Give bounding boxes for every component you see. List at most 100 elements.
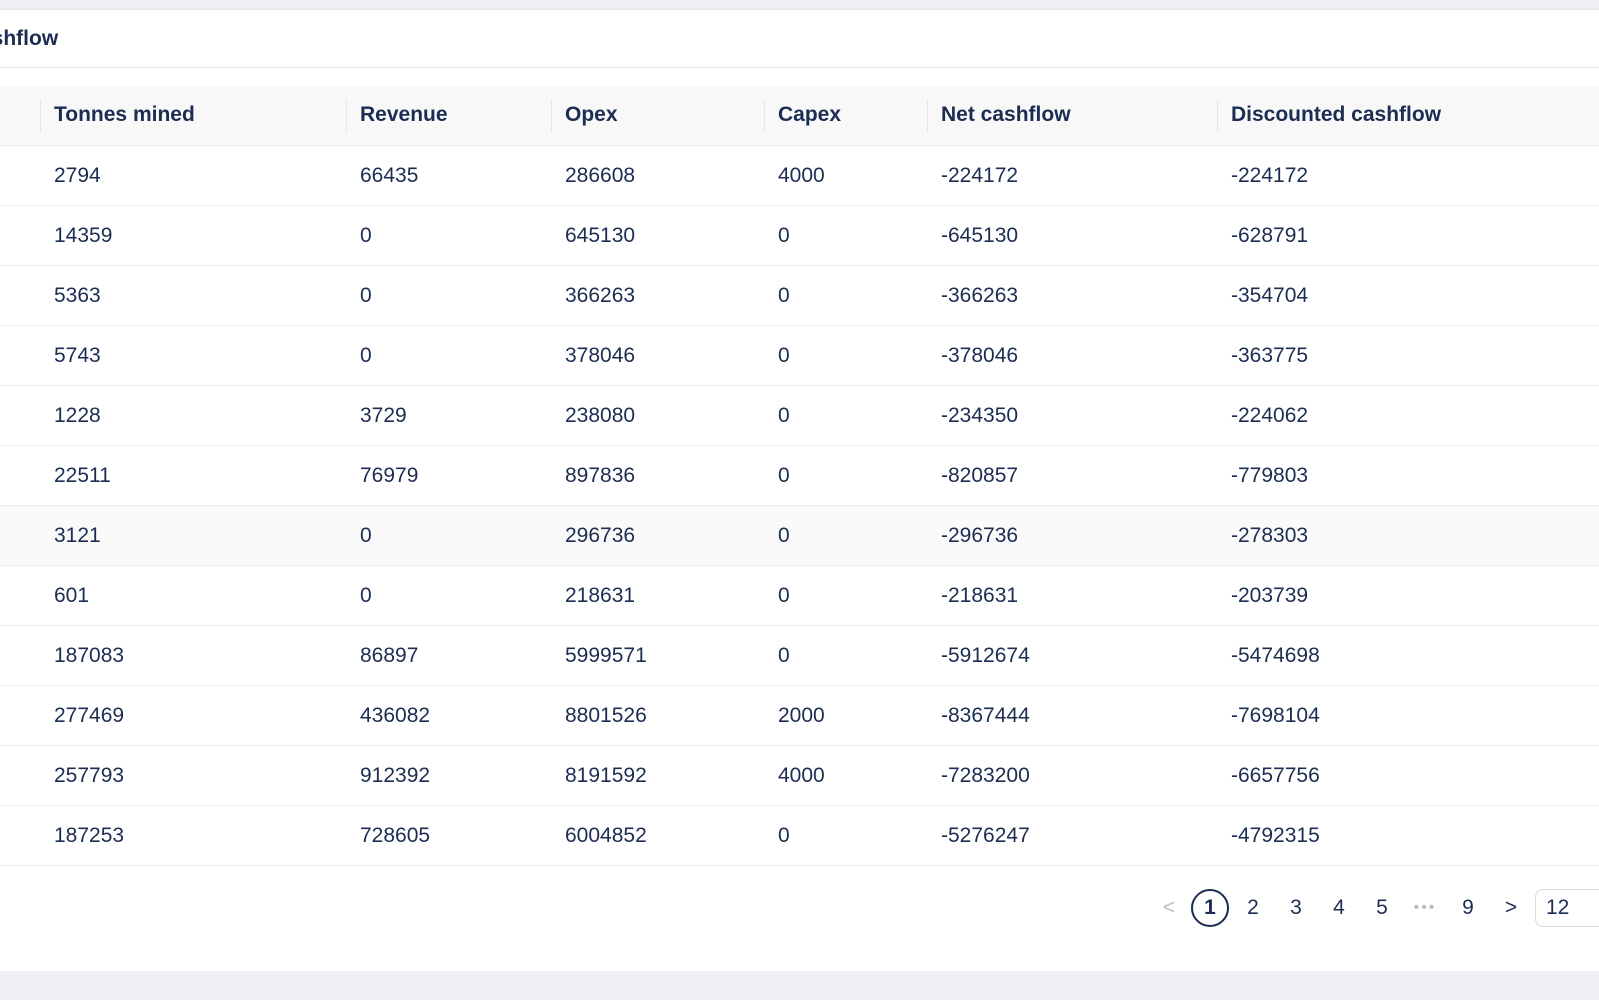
cell-discounted-cashflow: -278303 <box>1231 524 1309 547</box>
page-button-5[interactable]: 5 <box>1363 889 1401 927</box>
cell-net-cashflow: -5912674 <box>941 644 1030 667</box>
cell-net-cashflow: -8367444 <box>941 704 1030 727</box>
cell-capex: 4000 <box>778 764 825 787</box>
cell-capex: 0 <box>778 404 790 427</box>
cell-net-cashflow: -234350 <box>941 404 1019 427</box>
cashflow-table: Tonnes mined Revenue Opex Capex Net cash… <box>0 86 1599 866</box>
cell-revenue: 0 <box>360 224 372 247</box>
cell-net-cashflow: -366263 <box>941 284 1019 307</box>
page-button-9[interactable]: 9 <box>1449 889 1487 927</box>
column-header-discounted-cashflow[interactable]: Discounted cashflow <box>1217 86 1441 145</box>
cell-net-cashflow: -645130 <box>941 224 1019 247</box>
page: ashflow Tonnes mined Revenue Opex Capex … <box>0 0 1599 1000</box>
cell-tonnes-mined: 277469 <box>54 704 125 727</box>
table-row[interactable]: 14359 0 645130 0 -645130 -628791 <box>0 206 1599 266</box>
cell-tonnes-mined: 2794 <box>54 164 101 187</box>
column-header-opex[interactable]: Opex <box>551 86 618 145</box>
cell-discounted-cashflow: -779803 <box>1231 464 1309 487</box>
column-divider <box>551 100 552 132</box>
cell-capex: 0 <box>778 224 790 247</box>
cell-revenue: 912392 <box>360 764 431 787</box>
cell-opex: 218631 <box>565 584 636 607</box>
cell-revenue: 76979 <box>360 464 419 487</box>
table-row[interactable]: 5363 0 366263 0 -366263 -354704 <box>0 266 1599 326</box>
cell-capex: 0 <box>778 824 790 847</box>
column-header-capex[interactable]: Capex <box>764 86 842 145</box>
cell-opex: 8191592 <box>565 764 647 787</box>
cell-net-cashflow: -224172 <box>941 164 1019 187</box>
cell-discounted-cashflow: -7698104 <box>1231 704 1320 727</box>
cell-opex: 286608 <box>565 164 636 187</box>
cell-tonnes-mined: 601 <box>54 584 90 607</box>
cell-tonnes-mined: 187083 <box>54 644 125 667</box>
cell-revenue: 0 <box>360 344 372 367</box>
column-header-label: Capex <box>778 103 842 126</box>
cell-tonnes-mined: 257793 <box>54 764 125 787</box>
table-row[interactable]: 187083 86897 5999571 0 -5912674 -5474698 <box>0 626 1599 686</box>
cell-capex: 0 <box>778 644 790 667</box>
cell-net-cashflow: -7283200 <box>941 764 1030 787</box>
cell-discounted-cashflow: -5474698 <box>1231 644 1320 667</box>
page-button-1[interactable]: 1 <box>1191 889 1229 927</box>
table-row[interactable]: 3121 0 296736 0 -296736 -278303 <box>0 506 1599 566</box>
cell-opex: 238080 <box>565 404 636 427</box>
cell-opex: 366263 <box>565 284 636 307</box>
column-header-net-cashflow[interactable]: Net cashflow <box>927 86 1071 145</box>
cell-net-cashflow: -296736 <box>941 524 1019 547</box>
cell-discounted-cashflow: -628791 <box>1231 224 1309 247</box>
table-row[interactable]: 5743 0 378046 0 -378046 -363775 <box>0 326 1599 386</box>
prev-page-button[interactable]: < <box>1150 889 1188 927</box>
cell-capex: 0 <box>778 584 790 607</box>
column-divider <box>40 100 41 132</box>
cell-opex: 296736 <box>565 524 636 547</box>
cell-net-cashflow: -5276247 <box>941 824 1030 847</box>
page-button-3[interactable]: 3 <box>1277 889 1315 927</box>
cell-opex: 5999571 <box>565 644 647 667</box>
column-header-revenue[interactable]: Revenue <box>346 86 448 145</box>
cell-capex: 4000 <box>778 164 825 187</box>
cell-revenue: 3729 <box>360 404 407 427</box>
cell-revenue: 86897 <box>360 644 419 667</box>
next-page-button[interactable]: > <box>1492 889 1530 927</box>
cell-tonnes-mined: 5743 <box>54 344 101 367</box>
cell-opex: 6004852 <box>565 824 647 847</box>
column-header-tonnes-mined[interactable]: Tonnes mined <box>40 86 195 145</box>
page-bottom-background <box>0 971 1599 1000</box>
page-size-select[interactable]: 12 <box>1535 889 1599 927</box>
cell-capex: 0 <box>778 464 790 487</box>
column-header-label: Net cashflow <box>941 103 1071 126</box>
table-row[interactable]: 277469 436082 8801526 2000 -8367444 -769… <box>0 686 1599 746</box>
cell-opex: 378046 <box>565 344 636 367</box>
cell-net-cashflow: -218631 <box>941 584 1019 607</box>
table-row[interactable]: 22511 76979 897836 0 -820857 -779803 <box>0 446 1599 506</box>
jump-next-ellipsis[interactable]: ••• <box>1406 889 1444 927</box>
page-button-4[interactable]: 4 <box>1320 889 1358 927</box>
cell-net-cashflow: -378046 <box>941 344 1019 367</box>
cell-revenue: 0 <box>360 584 372 607</box>
column-header-label: Tonnes mined <box>54 103 195 126</box>
cell-tonnes-mined: 3121 <box>54 524 101 547</box>
table-row[interactable]: 2794 66435 286608 4000 -224172 -224172 <box>0 146 1599 206</box>
table-body: 2794 66435 286608 4000 -224172 -224172 1… <box>0 146 1599 866</box>
card-header: ashflow <box>0 10 1599 68</box>
column-divider <box>1217 100 1218 132</box>
cell-revenue: 0 <box>360 524 372 547</box>
cell-discounted-cashflow: -203739 <box>1231 584 1309 607</box>
cell-tonnes-mined: 1228 <box>54 404 101 427</box>
table-row[interactable]: 187253 728605 6004852 0 -5276247 -479231… <box>0 806 1599 866</box>
column-divider <box>764 100 765 132</box>
table-row[interactable]: 1228 3729 238080 0 -234350 -224062 <box>0 386 1599 446</box>
cell-tonnes-mined: 22511 <box>54 464 111 487</box>
cell-opex: 8801526 <box>565 704 647 727</box>
cell-discounted-cashflow: -224172 <box>1231 164 1309 187</box>
cell-revenue: 728605 <box>360 824 431 847</box>
page-button-2[interactable]: 2 <box>1234 889 1272 927</box>
cell-discounted-cashflow: -224062 <box>1231 404 1309 427</box>
cell-discounted-cashflow: -4792315 <box>1231 824 1320 847</box>
cell-opex: 897836 <box>565 464 636 487</box>
cell-capex: 0 <box>778 344 790 367</box>
cell-discounted-cashflow: -354704 <box>1231 284 1309 307</box>
table-row[interactable]: 257793 912392 8191592 4000 -7283200 -665… <box>0 746 1599 806</box>
cell-discounted-cashflow: -363775 <box>1231 344 1309 367</box>
table-row[interactable]: 601 0 218631 0 -218631 -203739 <box>0 566 1599 626</box>
